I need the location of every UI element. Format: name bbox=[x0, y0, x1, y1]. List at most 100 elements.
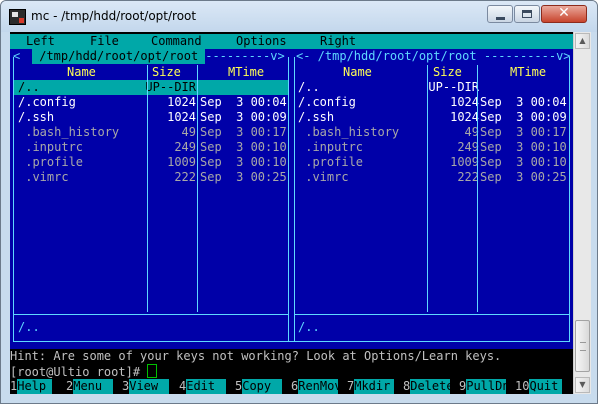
left-header-name[interactable]: Name bbox=[67, 65, 96, 80]
fkey-pulldn-button[interactable]: 9PullDn bbox=[459, 379, 510, 394]
right-header-size[interactable]: Size bbox=[433, 65, 462, 80]
title-bar[interactable]: mc - /tmp/hdd/root/opt/root ✕ bbox=[1, 1, 597, 32]
menu-left[interactable]: Left bbox=[26, 34, 55, 49]
right-frame-left bbox=[294, 57, 295, 342]
file-row[interactable]: .vimrc 222 Sep 3 00:25 bbox=[10, 170, 291, 185]
fkey-label: PullDn bbox=[466, 379, 510, 394]
fkey-quit-button[interactable]: 10Quit bbox=[515, 379, 563, 394]
file-size: 222 bbox=[457, 170, 479, 184]
file-name: .profile bbox=[298, 155, 364, 169]
right-col-sep-1 bbox=[427, 65, 428, 312]
hint-line: Hint: Are some of your keys not working?… bbox=[10, 349, 573, 364]
file-mtime: Sep 3 00:25 bbox=[200, 170, 287, 184]
scroll-down-button[interactable]: ▼ bbox=[575, 377, 590, 393]
fkey-number: 5 bbox=[235, 379, 243, 393]
file-size: 1024 bbox=[167, 110, 196, 124]
left-col-sep-1 bbox=[147, 65, 148, 312]
left-col-sep-2 bbox=[197, 65, 198, 312]
file-name: /.config bbox=[298, 95, 356, 109]
close-button[interactable]: ✕ bbox=[541, 5, 587, 23]
maximize-button[interactable] bbox=[514, 5, 540, 23]
file-row[interactable]: .bash_history 49 Sep 3 00:17 bbox=[293, 125, 573, 140]
file-name: .inputrc bbox=[18, 140, 84, 154]
menu-right[interactable]: Right bbox=[320, 34, 356, 49]
file-row[interactable]: .profile 1009 Sep 3 00:10 bbox=[293, 155, 573, 170]
fkey-mkdir-button[interactable]: 7Mkdir bbox=[347, 379, 395, 394]
scroll-thumb[interactable] bbox=[575, 320, 590, 372]
cursor bbox=[147, 364, 158, 378]
fkey-menu-button[interactable]: 2Menu bbox=[66, 379, 114, 394]
left-panel-path[interactable]: /tmp/hdd/root/opt/root bbox=[32, 49, 206, 64]
prompt-text: [root@Ultio root]# bbox=[10, 365, 148, 379]
file-row[interactable]: .bash_history 49 Sep 3 00:17 bbox=[10, 125, 291, 140]
fkey-label: Mkdir bbox=[354, 379, 395, 394]
right-panel-path[interactable]: <- /tmp/hdd/root/opt/root ----------v> bbox=[296, 49, 571, 64]
terminal-screen[interactable]: Left File Command Options Right < /tmp/h… bbox=[10, 32, 573, 394]
right-frame-right bbox=[569, 57, 570, 342]
window-bottom-border bbox=[1, 394, 597, 403]
file-size: 249 bbox=[174, 140, 196, 154]
minimize-button[interactable] bbox=[487, 5, 513, 23]
left-topbar-tail: ---------v> bbox=[198, 49, 285, 63]
fkey-label: Menu bbox=[73, 379, 114, 394]
fkey-label: Quit bbox=[529, 379, 563, 394]
file-row[interactable]: .inputrc 249 Sep 3 00:10 bbox=[293, 140, 573, 155]
file-name: .bash_history bbox=[18, 125, 120, 139]
right-header-mtime[interactable]: MTime bbox=[510, 65, 546, 80]
terminal-app-icon bbox=[9, 9, 26, 25]
menu-options[interactable]: Options bbox=[236, 34, 287, 49]
fkey-number: 8 bbox=[403, 379, 411, 393]
file-mtime: Sep 3 00:04 bbox=[480, 95, 567, 109]
file-mtime: Sep 3 00:17 bbox=[200, 125, 287, 139]
file-name: /.config bbox=[18, 95, 76, 109]
file-row[interactable]: /.ssh 1024 Sep 3 00:09 bbox=[293, 110, 573, 125]
file-row[interactable]: .inputrc 249 Sep 3 00:10 bbox=[10, 140, 291, 155]
file-size: 249 bbox=[457, 140, 479, 154]
file-mtime: Sep 3 00:10 bbox=[200, 140, 287, 154]
file-name: .bash_history bbox=[298, 125, 400, 139]
left-status-divider bbox=[13, 314, 289, 315]
left-header-size[interactable]: Size bbox=[152, 65, 181, 80]
fkey-view-button[interactable]: 3View bbox=[122, 379, 170, 394]
right-header-name[interactable]: Name bbox=[343, 65, 372, 80]
left-panel-status: /.. bbox=[10, 320, 291, 335]
fkey-delete-button[interactable]: 8Delete bbox=[403, 379, 454, 394]
file-mtime: Sep 3 00:10 bbox=[200, 155, 287, 169]
right-status-text: /.. bbox=[298, 320, 320, 334]
fkey-help-button[interactable]: 1Help bbox=[10, 379, 53, 394]
fkey-number: 6 bbox=[291, 379, 299, 393]
file-size: 1024 bbox=[450, 110, 479, 124]
file-size: 1009 bbox=[450, 155, 479, 169]
command-prompt[interactable]: [root@Ultio root]# bbox=[10, 364, 573, 379]
fkey-renmov-button[interactable]: 6RenMov bbox=[291, 379, 342, 394]
fkey-label: Copy bbox=[242, 379, 283, 394]
left-topbar-arrow[interactable]: < bbox=[13, 49, 20, 64]
fkey-number: 1 bbox=[10, 379, 18, 393]
menu-file[interactable]: File bbox=[90, 34, 119, 49]
scroll-up-button[interactable]: ▲ bbox=[575, 33, 590, 49]
file-row[interactable]: /.ssh 1024 Sep 3 00:09 bbox=[10, 110, 291, 125]
fkey-edit-button[interactable]: 4Edit bbox=[179, 379, 227, 394]
file-row[interactable]: .vimrc 222 Sep 3 00:25 bbox=[293, 170, 573, 185]
right-panel-status: /.. bbox=[293, 320, 573, 335]
panels-bottom-border bbox=[13, 341, 570, 342]
left-header-mtime[interactable]: MTime bbox=[228, 65, 264, 80]
file-row[interactable]: /.. UP--DIR bbox=[10, 80, 291, 95]
fkey-number: 9 bbox=[459, 379, 467, 393]
mc-menu-bar: Left File Command Options Right bbox=[10, 34, 573, 49]
minimize-icon bbox=[496, 17, 505, 20]
menu-command[interactable]: Command bbox=[151, 34, 202, 49]
file-name: /.ssh bbox=[18, 110, 55, 124]
fkey-label: Delete bbox=[410, 379, 454, 394]
file-row[interactable]: /.. UP--DIR bbox=[293, 80, 573, 95]
right-col-sep-2 bbox=[477, 65, 478, 312]
fkey-label: RenMov bbox=[298, 379, 342, 394]
vertical-scrollbar[interactable]: ▲ ▼ bbox=[573, 32, 591, 394]
file-name: .vimrc bbox=[298, 170, 349, 184]
fkey-copy-button[interactable]: 5Copy bbox=[235, 379, 283, 394]
file-mtime: Sep 3 00:10 bbox=[480, 155, 567, 169]
file-row[interactable]: .profile 1009 Sep 3 00:10 bbox=[10, 155, 291, 170]
file-row[interactable]: /.config 1024 Sep 3 00:04 bbox=[293, 95, 573, 110]
file-name: /.. bbox=[298, 80, 320, 94]
file-row[interactable]: /.config 1024 Sep 3 00:04 bbox=[10, 95, 291, 110]
